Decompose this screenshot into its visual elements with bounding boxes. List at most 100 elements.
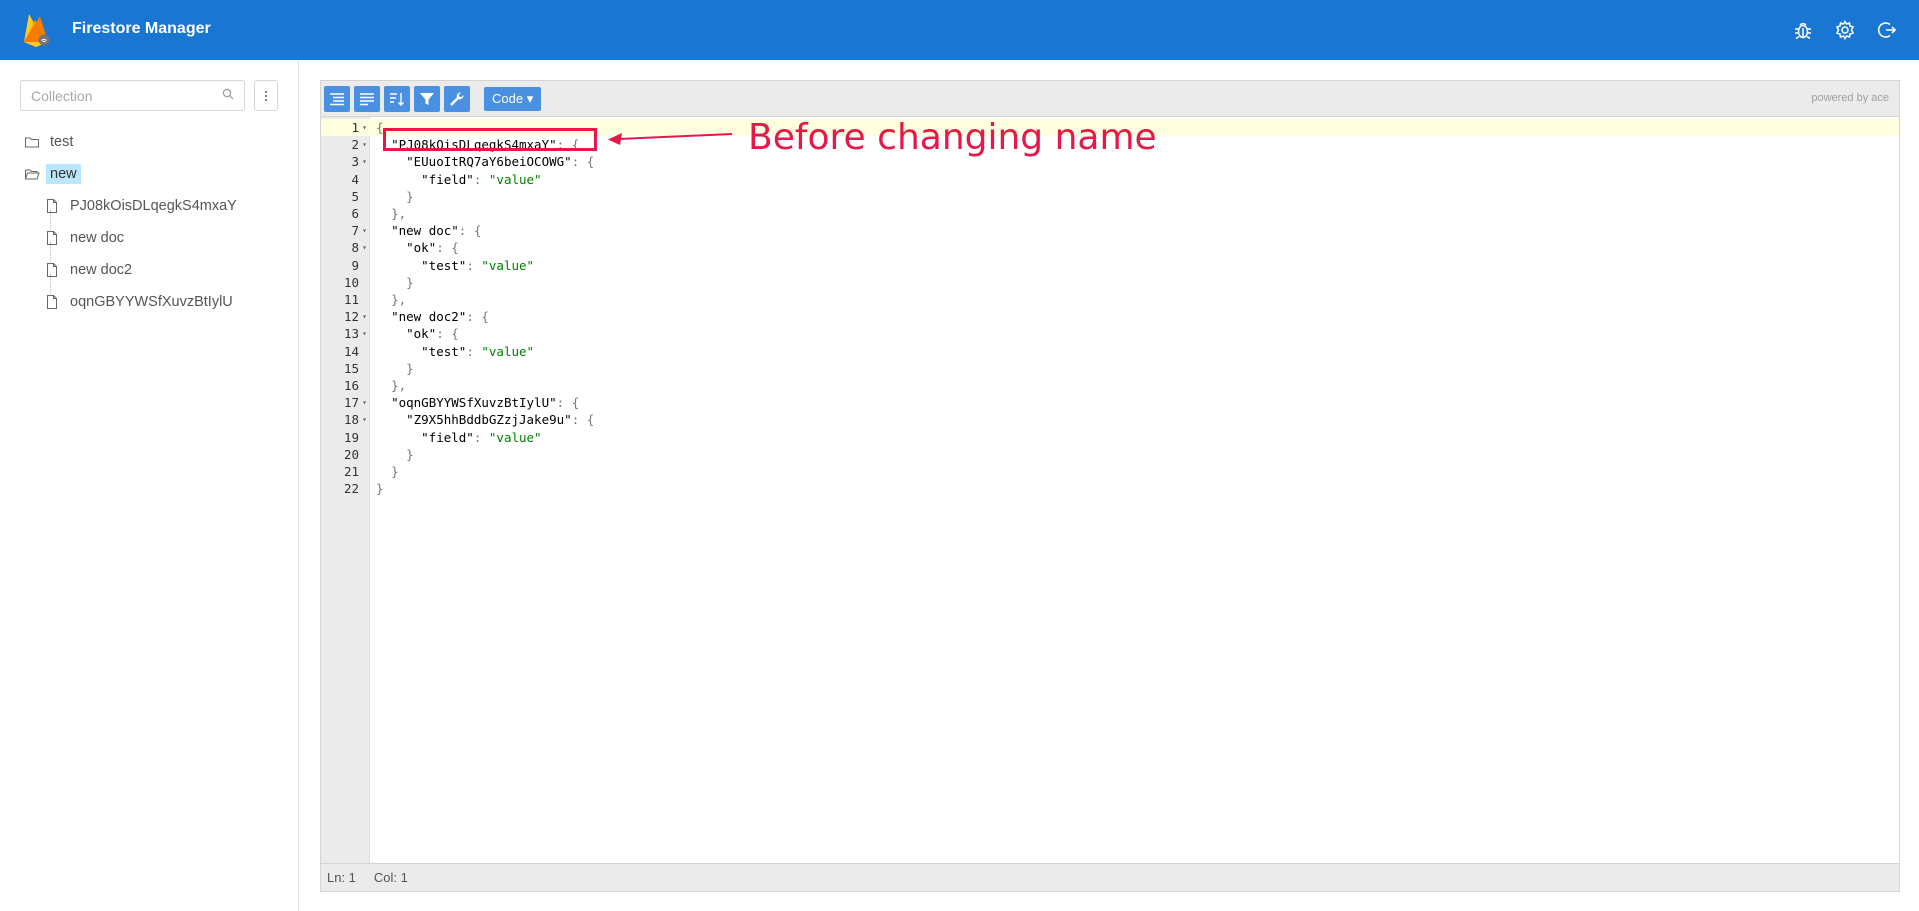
code-line: 13 ▾ "ok": { [321, 325, 1899, 342]
code-text: }, [391, 378, 407, 393]
code-text: } [376, 481, 384, 497]
tree-doc-label: oqnGBYYWSfXuvzBtIylU [70, 294, 233, 310]
line-number: 18 [343, 412, 359, 428]
fold-toggle-icon[interactable]: ▾ [359, 140, 370, 149]
gear-icon[interactable] [1833, 16, 1857, 44]
compact-json-button[interactable] [354, 86, 380, 112]
header-actions [1791, 16, 1899, 44]
code-text: "new doc": { [391, 223, 482, 239]
line-number: 14 [343, 343, 359, 359]
code-line: 16 }, [321, 377, 1899, 394]
code-line: 4 "field": "value" [321, 171, 1899, 188]
wrench-icon [450, 92, 464, 106]
line-number: 19 [343, 429, 359, 445]
line-number: 6 [351, 206, 359, 221]
line-number: 16 [343, 378, 359, 393]
code-line: 5 } [321, 188, 1899, 205]
editor-toolbar: Code ▾ powered by ace [321, 81, 1899, 117]
tree-doc-label: new doc2 [70, 262, 133, 278]
compact-icon [360, 93, 374, 106]
code-text: "EUuoItRQ7aY6beiOCOWG": { [406, 154, 595, 170]
code-line: 12 ▾ "new doc2": { [321, 308, 1899, 325]
tree-doc-item[interactable]: oqnGBYYWSfXuvzBtIylU [24, 286, 284, 318]
tree-doc-item[interactable]: new doc2 [24, 254, 284, 294]
annotation-arrow-icon [608, 133, 733, 145]
tree-node-test[interactable]: test [24, 126, 284, 158]
line-number: 12 [343, 309, 359, 325]
line-indicator: Ln: 1 [327, 870, 356, 885]
fold-toggle-icon[interactable]: ▾ [359, 123, 370, 132]
firebase-logo-icon [20, 12, 54, 48]
tree-node-new[interactable]: new [24, 158, 284, 190]
line-number: 7 [351, 223, 359, 239]
code-line: 22} [321, 480, 1899, 497]
collection-search-input[interactable] [31, 87, 222, 104]
line-number: 21 [343, 464, 359, 479]
fold-toggle-icon[interactable]: ▾ [359, 243, 370, 252]
sort-button[interactable] [384, 86, 410, 112]
code-line: 8 ▾ "ok": { [321, 239, 1899, 256]
format-icon [330, 93, 344, 106]
code-text: "test": "value" [421, 343, 535, 359]
tree-node-label: new [46, 164, 81, 184]
code-text: "field": "value" [421, 429, 542, 445]
logout-icon[interactable] [1875, 16, 1899, 44]
file-icon [44, 294, 60, 310]
annotation-text: Before changing name [748, 117, 1157, 158]
line-number: 2 [351, 137, 359, 153]
bug-icon[interactable] [1791, 16, 1815, 44]
more-vertical-icon [265, 90, 267, 101]
line-number: 9 [351, 257, 359, 273]
code-line: 20 } [321, 446, 1899, 463]
line-number: 22 [343, 481, 359, 497]
fold-toggle-icon[interactable]: ▾ [359, 312, 370, 321]
line-number: 1 [351, 120, 359, 135]
line-number: 8 [351, 240, 359, 256]
filter-button[interactable] [414, 86, 440, 112]
fold-toggle-icon[interactable]: ▾ [359, 226, 370, 235]
tree-doc-item[interactable]: PJ08kOisDLqegkS4mxaY [24, 190, 284, 230]
tree-doc-item[interactable]: new doc [24, 222, 284, 262]
fold-toggle-icon[interactable]: ▾ [359, 398, 370, 407]
code-line: 15 } [321, 360, 1899, 377]
code-line: 6 }, [321, 205, 1899, 222]
code-line: 17 ▾ "oqnGBYYWSfXuvzBtIylU": { [321, 394, 1899, 411]
tree-doc-label: new doc [70, 230, 125, 246]
collection-tree: test new PJ08kOisDLqegkS4mxaY new doc ne… [24, 126, 284, 318]
code-line: 21 } [321, 463, 1899, 480]
app-title: Firestore Manager [72, 20, 211, 37]
code-text: }, [391, 206, 407, 221]
code-line: 10 } [321, 274, 1899, 291]
code-text: "oqnGBYYWSfXuvzBtIylU": { [391, 395, 580, 411]
code-text: "ok": { [406, 240, 459, 256]
line-number: 3 [351, 154, 359, 170]
code-text: } [406, 446, 414, 462]
code-text: "Z9X5hhBddbGZzjJake9u": { [406, 412, 595, 428]
sidebar: test new PJ08kOisDLqegkS4mxaY [0, 60, 299, 911]
line-number: 5 [351, 188, 359, 204]
folder-icon [24, 134, 40, 150]
fold-toggle-icon[interactable]: ▾ [359, 415, 370, 424]
line-number: 15 [343, 360, 359, 376]
fold-toggle-icon[interactable]: ▾ [359, 157, 370, 166]
filter-icon [420, 93, 434, 105]
code-text: } [391, 464, 399, 479]
repair-button[interactable] [444, 86, 470, 112]
app-header: Firestore Manager [0, 0, 1919, 60]
sort-icon [390, 93, 404, 106]
code-line: 7 ▾ "new doc": { [321, 222, 1899, 239]
annotation-highlight-box [383, 128, 597, 151]
code-area[interactable]: 1 ▾{2 ▾ "PJ08kOisDLqegkS4mxaY": {3 ▾ "EUuoI… [321, 117, 1899, 863]
line-number: 10 [343, 274, 359, 290]
line-number: 13 [343, 326, 359, 342]
format-json-button[interactable] [324, 86, 350, 112]
fold-toggle-icon[interactable]: ▾ [359, 329, 370, 338]
json-editor: Code ▾ powered by ace 1 ▾{2 ▾ "PJ08kOisDLq… [320, 80, 1900, 892]
line-number: 11 [343, 292, 359, 307]
search-icon[interactable] [222, 87, 234, 105]
code-line: 11 }, [321, 291, 1899, 308]
mode-select-button[interactable]: Code ▾ [484, 87, 542, 111]
code-text: "test": "value" [421, 257, 535, 273]
code-text: "field": "value" [421, 171, 542, 187]
more-menu-button[interactable] [254, 80, 278, 111]
